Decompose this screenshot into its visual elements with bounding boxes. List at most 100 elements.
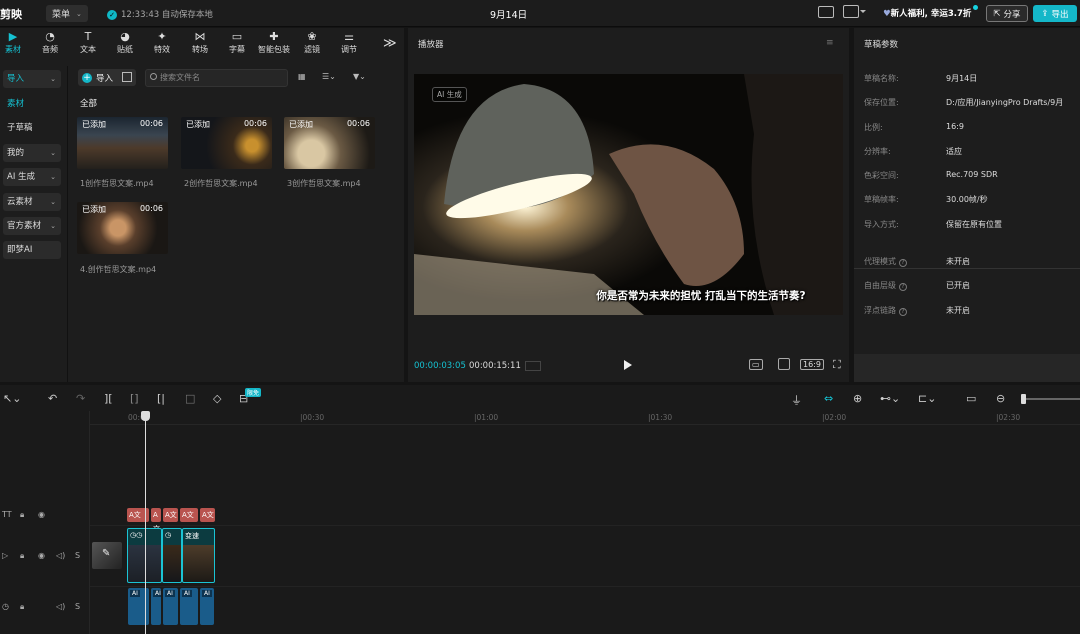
select-tool-icon[interactable]: ↖⌄ bbox=[3, 392, 21, 405]
tab-caption[interactable]: ▭ 字幕 bbox=[219, 31, 255, 55]
playhead-line[interactable] bbox=[145, 414, 146, 634]
time-ruler[interactable]: 00:00 |00:30 |01:00 |01:30 |02:00 |02:30 bbox=[90, 411, 1080, 425]
track-cover[interactable]: ✎ bbox=[92, 542, 122, 569]
share-button[interactable]: ⇱ 分享 bbox=[986, 5, 1028, 22]
video-clip[interactable]: 变速 bbox=[182, 528, 215, 583]
help-icon[interactable]: ? bbox=[899, 283, 907, 291]
sidenav-import[interactable]: 导入 ⌄ bbox=[3, 70, 61, 88]
sidenav-official[interactable]: 官方素材 ⌄ bbox=[3, 217, 61, 235]
draft-properties-panel: 草稿参数 草稿名称: 9月14日 保存位置: D:/应用/JianyingPro D… bbox=[854, 28, 1080, 382]
eye-icon[interactable]: ◉ bbox=[38, 551, 45, 560]
text-clip[interactable]: A文 bbox=[163, 508, 178, 522]
ruler-tick: |02:30 bbox=[996, 413, 1021, 422]
text-clip[interactable]: A文 bbox=[180, 508, 198, 522]
tab-label: 字幕 bbox=[229, 45, 245, 54]
timeline[interactable]: 00:00 |00:30 |01:00 |01:30 |02:00 |02:30 bbox=[0, 411, 1080, 634]
screenshot-icon[interactable] bbox=[778, 358, 790, 370]
help-icon[interactable]: ? bbox=[899, 308, 907, 316]
menu-button[interactable]: 菜单 ⌄ bbox=[46, 5, 88, 22]
link-icon[interactable]: ⊷⌄ bbox=[880, 392, 900, 405]
tab-adjust[interactable]: ⚌ 调节 bbox=[331, 31, 367, 55]
prop-label: 保存位置: bbox=[864, 98, 899, 107]
tab-media[interactable]: ▶ 素材 bbox=[0, 31, 31, 55]
text-clip[interactable]: A文 bbox=[151, 508, 161, 533]
shield-icon[interactable]: ◇ bbox=[213, 392, 221, 405]
help-icon[interactable]: ? bbox=[899, 259, 907, 267]
speaker-icon[interactable]: ◁) bbox=[56, 551, 65, 560]
tab-label: 贴纸 bbox=[117, 45, 133, 54]
audio-clip[interactable]: AI bbox=[180, 588, 198, 625]
media-thumb-1[interactable]: 已添加 00:06 bbox=[77, 117, 168, 169]
lock-icon[interactable]: 🔒︎ bbox=[20, 510, 24, 520]
sidenav-ai-generate[interactable]: AI 生成 ⌄ bbox=[3, 168, 61, 186]
split-right-icon[interactable]: [| bbox=[157, 392, 165, 405]
sidenav-label: 子草稿 bbox=[7, 123, 33, 133]
sidenav-cloud[interactable]: 云素材 ⌄ bbox=[3, 193, 61, 211]
split-icon[interactable]: ][ bbox=[104, 392, 113, 405]
solo-icon[interactable]: S bbox=[75, 551, 80, 560]
prop-row: 色彩空间: Rec.709 SDR bbox=[864, 170, 1074, 181]
playhead-handle[interactable] bbox=[141, 411, 150, 421]
tab-transition[interactable]: ⋈ 转场 bbox=[182, 31, 218, 55]
search-input[interactable]: 搜索文件名 bbox=[145, 69, 288, 87]
audio-clip[interactable]: AI bbox=[200, 588, 214, 625]
grid-view-icon[interactable] bbox=[122, 72, 132, 82]
eye-icon[interactable]: ◉ bbox=[38, 510, 45, 519]
media-thumb-4[interactable]: 已添加 00:06 bbox=[77, 202, 168, 254]
tab-audio[interactable]: ◔ 音频 bbox=[32, 31, 68, 55]
tab-sticker[interactable]: ◕ 贴纸 bbox=[107, 31, 143, 55]
tab-label: 调节 bbox=[341, 45, 357, 54]
main-track-magnet-icon[interactable]: ⇔ bbox=[824, 392, 833, 405]
fullscreen-icon[interactable]: ⛶ bbox=[833, 358, 841, 372]
video-preview[interactable]: AI 生成 你是否常为未来的担忧 打乱当下的生活节奏? bbox=[414, 74, 843, 315]
tab-smart-pack[interactable]: ✚ 智能包装 bbox=[256, 31, 292, 55]
fit-icon[interactable]: ▭ bbox=[749, 359, 763, 370]
promo-link[interactable]: ♥新人福利, 幸运3.7折 bbox=[883, 7, 971, 19]
aspect-ratio-button[interactable]: 16:9 bbox=[800, 359, 824, 370]
tab-label: 音频 bbox=[42, 45, 58, 54]
lock-icon[interactable]: 🔒︎ bbox=[20, 551, 24, 561]
more-tabs-icon[interactable]: ≫ bbox=[383, 36, 397, 51]
list-view-icon[interactable]: ▦ bbox=[298, 72, 306, 81]
layout-icon[interactable] bbox=[843, 5, 866, 18]
text-clip[interactable]: A文 bbox=[200, 508, 215, 522]
top-bar: 剪映 菜单 ⌄ ✓ 12:33:43 自动保存本地 9月14日 ♥新人福利, 幸运3… bbox=[0, 0, 1080, 27]
waveform-icon[interactable] bbox=[525, 361, 541, 371]
media-thumb-3[interactable]: 已添加 00:06 bbox=[284, 117, 375, 169]
tab-label: 转场 bbox=[192, 45, 208, 54]
monitor-icon[interactable]: ▭ bbox=[966, 392, 976, 405]
solo-icon[interactable]: S bbox=[75, 602, 80, 611]
hamburger-icon[interactable]: ≡ bbox=[826, 38, 836, 48]
export-button[interactable]: ⇪ 导出 bbox=[1033, 5, 1077, 22]
audio-clip[interactable]: AI bbox=[163, 588, 178, 625]
tab-filter[interactable]: ❀ 滤镜 bbox=[294, 31, 330, 55]
delete-icon[interactable]: □ bbox=[185, 392, 195, 405]
sidenav-media[interactable]: 素材 bbox=[3, 95, 61, 113]
sort-icon[interactable]: ☰⌄ bbox=[322, 72, 336, 81]
play-icon[interactable] bbox=[624, 360, 632, 370]
current-time: 00:00:03:05 bbox=[414, 361, 466, 371]
zoom-slider-track[interactable] bbox=[1026, 398, 1080, 400]
tab-text[interactable]: T 文本 bbox=[70, 31, 106, 55]
prop-row: 代理模式? 未开启 bbox=[864, 256, 1074, 267]
audio-clip[interactable]: AI bbox=[151, 588, 161, 625]
split-left-icon[interactable]: [] bbox=[130, 392, 139, 405]
media-thumb-2[interactable]: 已添加 00:06 bbox=[181, 117, 272, 169]
preview-axis-icon[interactable]: ⊏⌄ bbox=[918, 392, 936, 405]
sidenav-mine[interactable]: 我的 ⌄ bbox=[3, 144, 61, 162]
sidenav-jimeng[interactable]: 即梦AI bbox=[3, 241, 61, 259]
microphone-icon[interactable]: ⏚ bbox=[791, 392, 802, 408]
video-clip[interactable]: ◷ bbox=[162, 528, 182, 583]
search-icon bbox=[150, 73, 157, 80]
undo-icon[interactable]: ↶ bbox=[48, 392, 57, 405]
sidenav-subdraft[interactable]: 子草稿 bbox=[3, 119, 61, 137]
snap-icon[interactable]: ⊕ bbox=[853, 392, 862, 405]
redo-icon[interactable]: ↷ bbox=[76, 392, 85, 405]
keyboard-icon[interactable] bbox=[818, 6, 834, 18]
tab-effects[interactable]: ✦ 特效 bbox=[144, 31, 180, 55]
filter-funnel-icon[interactable]: ▼⌄ bbox=[353, 72, 366, 81]
zoom-out-icon[interactable]: ⊖ bbox=[996, 392, 1005, 405]
lock-icon[interactable]: 🔒︎ bbox=[20, 602, 24, 612]
speaker-icon[interactable]: ◁) bbox=[56, 602, 65, 611]
ai-generated-badge: AI 生成 bbox=[432, 87, 467, 102]
